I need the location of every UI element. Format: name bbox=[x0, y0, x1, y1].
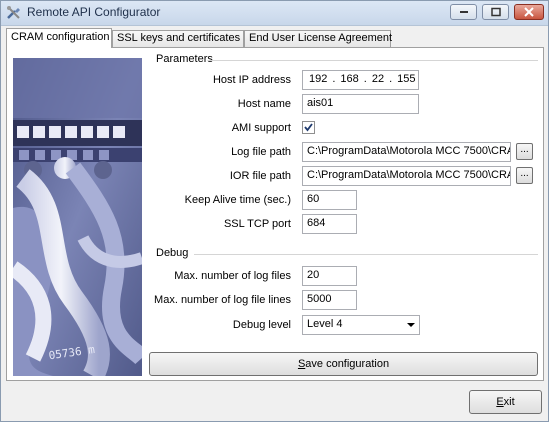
ip-octet-1: 192 bbox=[309, 73, 328, 85]
maximize-button[interactable] bbox=[482, 4, 509, 20]
host-name-input[interactable]: ais01 bbox=[302, 94, 419, 114]
debug-separator bbox=[194, 254, 538, 255]
title-bar: Remote API Configurator bbox=[1, 1, 548, 26]
ior-file-path-label: IOR file path bbox=[229, 170, 291, 182]
minimize-icon bbox=[459, 11, 468, 13]
ip-octet-4: 155 bbox=[397, 73, 416, 85]
ip-dot: . bbox=[363, 73, 367, 85]
tab-ssl-keys[interactable]: SSL keys and certificates bbox=[112, 30, 244, 47]
ip-dot: . bbox=[332, 73, 336, 85]
ip-octet-3: 22 bbox=[371, 73, 385, 85]
max-log-files-label: Max. number of log files bbox=[174, 270, 291, 282]
app-window: Remote API Configurator CRAM configurati… bbox=[0, 0, 549, 422]
log-file-browse-button[interactable]: ... bbox=[516, 143, 533, 160]
tab-cram-configuration[interactable]: CRAM configuration bbox=[6, 28, 112, 48]
close-icon bbox=[524, 7, 534, 17]
log-file-path-input[interactable]: C:\ProgramData\Motorola MCC 7500\CRA bbox=[302, 142, 511, 162]
wrench-screwdriver-icon bbox=[6, 5, 22, 21]
keep-alive-input[interactable]: 60 bbox=[302, 190, 357, 210]
host-ip-input[interactable]: 192. 168. 22. 155 bbox=[302, 70, 419, 90]
ami-support-checkbox[interactable] bbox=[302, 121, 315, 134]
maximize-icon bbox=[490, 7, 501, 17]
debug-section-label: Debug bbox=[156, 247, 189, 259]
save-configuration-button[interactable]: Save configuration bbox=[149, 352, 538, 376]
exit-accelerator: E bbox=[496, 396, 504, 408]
checkmark-icon bbox=[304, 123, 313, 132]
exit-label: xit bbox=[503, 396, 515, 408]
save-label: ave configuration bbox=[305, 358, 390, 370]
ip-dot: . bbox=[389, 73, 393, 85]
keep-alive-label: Keep Alive time (sec.) bbox=[184, 194, 291, 206]
debug-level-select[interactable]: Level 4 bbox=[302, 315, 420, 335]
parameters-section-label: Parameters bbox=[156, 53, 213, 65]
debug-level-label: Debug level bbox=[232, 319, 291, 331]
network-cables-photo: 05736 m bbox=[13, 58, 142, 376]
host-name-label: Host name bbox=[237, 98, 291, 110]
minimize-button[interactable] bbox=[450, 4, 477, 20]
chevron-down-icon bbox=[407, 323, 415, 327]
ior-file-browse-button[interactable]: ... bbox=[516, 167, 533, 184]
parameters-separator bbox=[208, 60, 538, 61]
max-log-lines-label: Max. number of log file lines bbox=[154, 294, 291, 306]
ssl-tcp-port-label: SSL TCP port bbox=[223, 218, 291, 230]
host-ip-label: Host IP address bbox=[212, 74, 291, 86]
debug-level-value: Level 4 bbox=[307, 318, 343, 330]
close-button[interactable] bbox=[514, 4, 544, 20]
ior-file-path-input[interactable]: C:\ProgramData\Motorola MCC 7500\CRA bbox=[302, 166, 511, 186]
max-log-files-input[interactable]: 20 bbox=[302, 266, 357, 286]
tab-eula[interactable]: End User License Agreement bbox=[244, 30, 392, 47]
ip-octet-2: 168 bbox=[340, 73, 359, 85]
tab-panel: 05736 m Parameters Host IP address 192. 1… bbox=[6, 47, 544, 381]
window-title: Remote API Configurator bbox=[27, 5, 161, 19]
exit-button[interactable]: Exit bbox=[469, 390, 542, 414]
max-log-lines-input[interactable]: 5000 bbox=[302, 290, 357, 310]
log-file-path-label: Log file path bbox=[231, 146, 291, 158]
ssl-tcp-port-input[interactable]: 684 bbox=[302, 214, 357, 234]
ami-support-label: AMI support bbox=[231, 122, 291, 134]
